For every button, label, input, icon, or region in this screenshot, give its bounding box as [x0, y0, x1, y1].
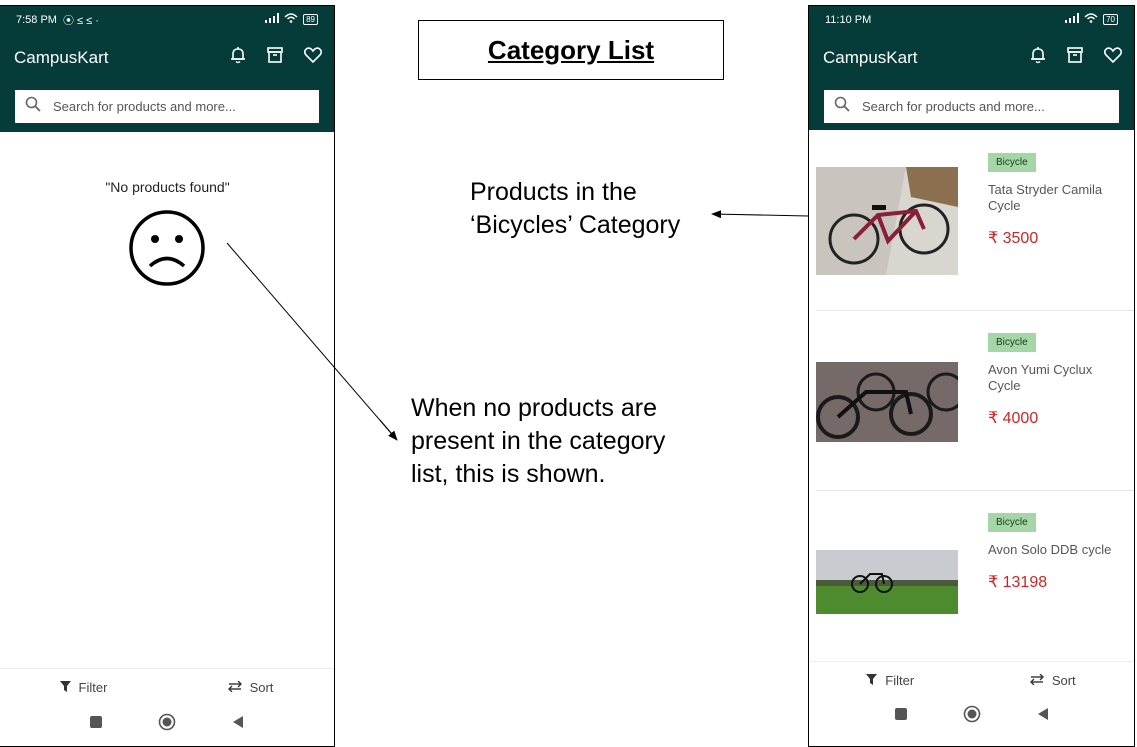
product-card[interactable]: Bicycle Avon Yumi Cyclux Cycle ₹ 4000 [816, 310, 1134, 491]
page-title: Category List [487, 34, 655, 65]
search-icon [25, 96, 41, 117]
status-bar: 7:58 PM ⦿ ≤ ≤ · 89 [0, 6, 334, 33]
product-card[interactable]: Bicycle Tata Stryder Camila Cycle ₹ 3500 [816, 130, 1134, 311]
product-card[interactable]: Bicycle Avon Solo DDB cycle ₹ 13198 [816, 490, 1134, 660]
category-badge: Bicycle [988, 153, 1036, 172]
filter-button[interactable]: Filter [809, 662, 972, 698]
products-annotation: Products in the ‘Bicycles’ Category [470, 176, 680, 242]
back-icon[interactable] [231, 715, 245, 734]
product-image [816, 550, 958, 614]
page-title-box: Category List [418, 20, 724, 80]
empty-note-line: list, this is shown. [411, 460, 606, 488]
product-price: ₹ 13198 [988, 574, 1048, 591]
arrow-to-products [711, 210, 809, 219]
arrow-head-empty [379, 419, 398, 441]
recent-apps-icon[interactable] [894, 707, 908, 726]
recent-apps-icon[interactable] [89, 715, 103, 734]
signal-icon [265, 13, 280, 26]
search-box[interactable] [15, 90, 319, 123]
empty-note-line: present in the category [411, 427, 666, 455]
category-badge: Bicycle [988, 333, 1036, 352]
sad-face-icon [128, 209, 206, 292]
product-info: Bicycle Avon Solo DDB cycle ₹ 13198 [988, 512, 1126, 592]
search-icon [834, 96, 850, 117]
search-input[interactable] [860, 98, 1109, 115]
products-note-line: ‘Bicycles’ Category [470, 211, 681, 239]
filter-sort-bar: Filter Sort [809, 661, 1134, 698]
heart-icon[interactable] [1103, 47, 1123, 68]
search-input[interactable] [51, 98, 309, 115]
notification-icons: ⦿ ≤ ≤ · [62, 14, 99, 27]
filter-sort-bar: Filter Sort [0, 668, 334, 705]
battery-level: 70 [1103, 14, 1118, 25]
back-icon[interactable] [1036, 707, 1050, 726]
category-badge: Bicycle [988, 513, 1036, 532]
archive-icon[interactable] [1066, 46, 1084, 69]
wifi-icon [1084, 13, 1098, 26]
status-time: 7:58 PM [16, 13, 57, 26]
search-box[interactable] [824, 90, 1119, 123]
sort-label: Sort [1051, 672, 1076, 688]
right-phone-screenshot: 11:10 PM 70 CampusKart Search for produc… [808, 5, 1135, 747]
product-image [816, 362, 966, 442]
product-image [816, 167, 958, 275]
home-icon[interactable] [963, 705, 981, 728]
product-price: ₹ 3500 [988, 230, 1039, 247]
products-note-line: Products in the [470, 178, 637, 206]
product-price: ₹ 4000 [988, 410, 1039, 427]
search-container [0, 82, 334, 132]
product-info: Bicycle Tata Stryder Camila Cycle ₹ 3500 [988, 152, 1126, 248]
status-bar: 11:10 PM 70 [809, 6, 1134, 33]
archive-icon[interactable] [266, 46, 284, 69]
filter-button[interactable]: Filter [0, 669, 167, 705]
empty-annotation: When no products are present in the cate… [411, 392, 665, 491]
home-icon[interactable] [158, 713, 176, 736]
sort-arrows-icon [1029, 673, 1044, 688]
sort-label: Sort [249, 679, 274, 695]
heart-icon[interactable] [303, 47, 323, 68]
signal-icon [1065, 13, 1080, 26]
product-name: Avon Solo DDB cycle [988, 542, 1112, 557]
product-name: Avon Yumi Cyclux Cycle [988, 362, 1093, 393]
search-container [809, 82, 1134, 130]
system-nav-bar [0, 706, 334, 742]
sort-button[interactable]: Sort [972, 662, 1135, 698]
app-title: CampusKart [823, 47, 918, 67]
funnel-icon [866, 673, 878, 688]
app-title: CampusKart [14, 47, 109, 67]
bell-icon[interactable] [230, 46, 246, 69]
app-bar: CampusKart [809, 33, 1134, 82]
app-bar: CampusKart [0, 33, 334, 82]
filter-label: Filter [78, 679, 108, 695]
system-nav-bar [809, 698, 1134, 734]
funnel-icon [59, 680, 71, 695]
bell-icon[interactable] [1030, 46, 1046, 69]
empty-note-line: When no products are [411, 394, 657, 422]
sort-button[interactable]: Sort [167, 669, 334, 705]
empty-message: "No products found" [105, 179, 230, 195]
filter-label: Filter [885, 672, 915, 688]
wifi-icon [284, 13, 298, 26]
product-info: Bicycle Avon Yumi Cyclux Cycle ₹ 4000 [988, 332, 1126, 428]
status-time: 11:10 PM [825, 13, 872, 26]
sort-arrows-icon [227, 680, 242, 695]
product-name: Tata Stryder Camila Cycle [988, 182, 1103, 213]
left-phone-screenshot: 7:58 PM ⦿ ≤ ≤ · 89 CampusKart Search for… [0, 5, 335, 747]
battery-level: 89 [303, 14, 318, 25]
